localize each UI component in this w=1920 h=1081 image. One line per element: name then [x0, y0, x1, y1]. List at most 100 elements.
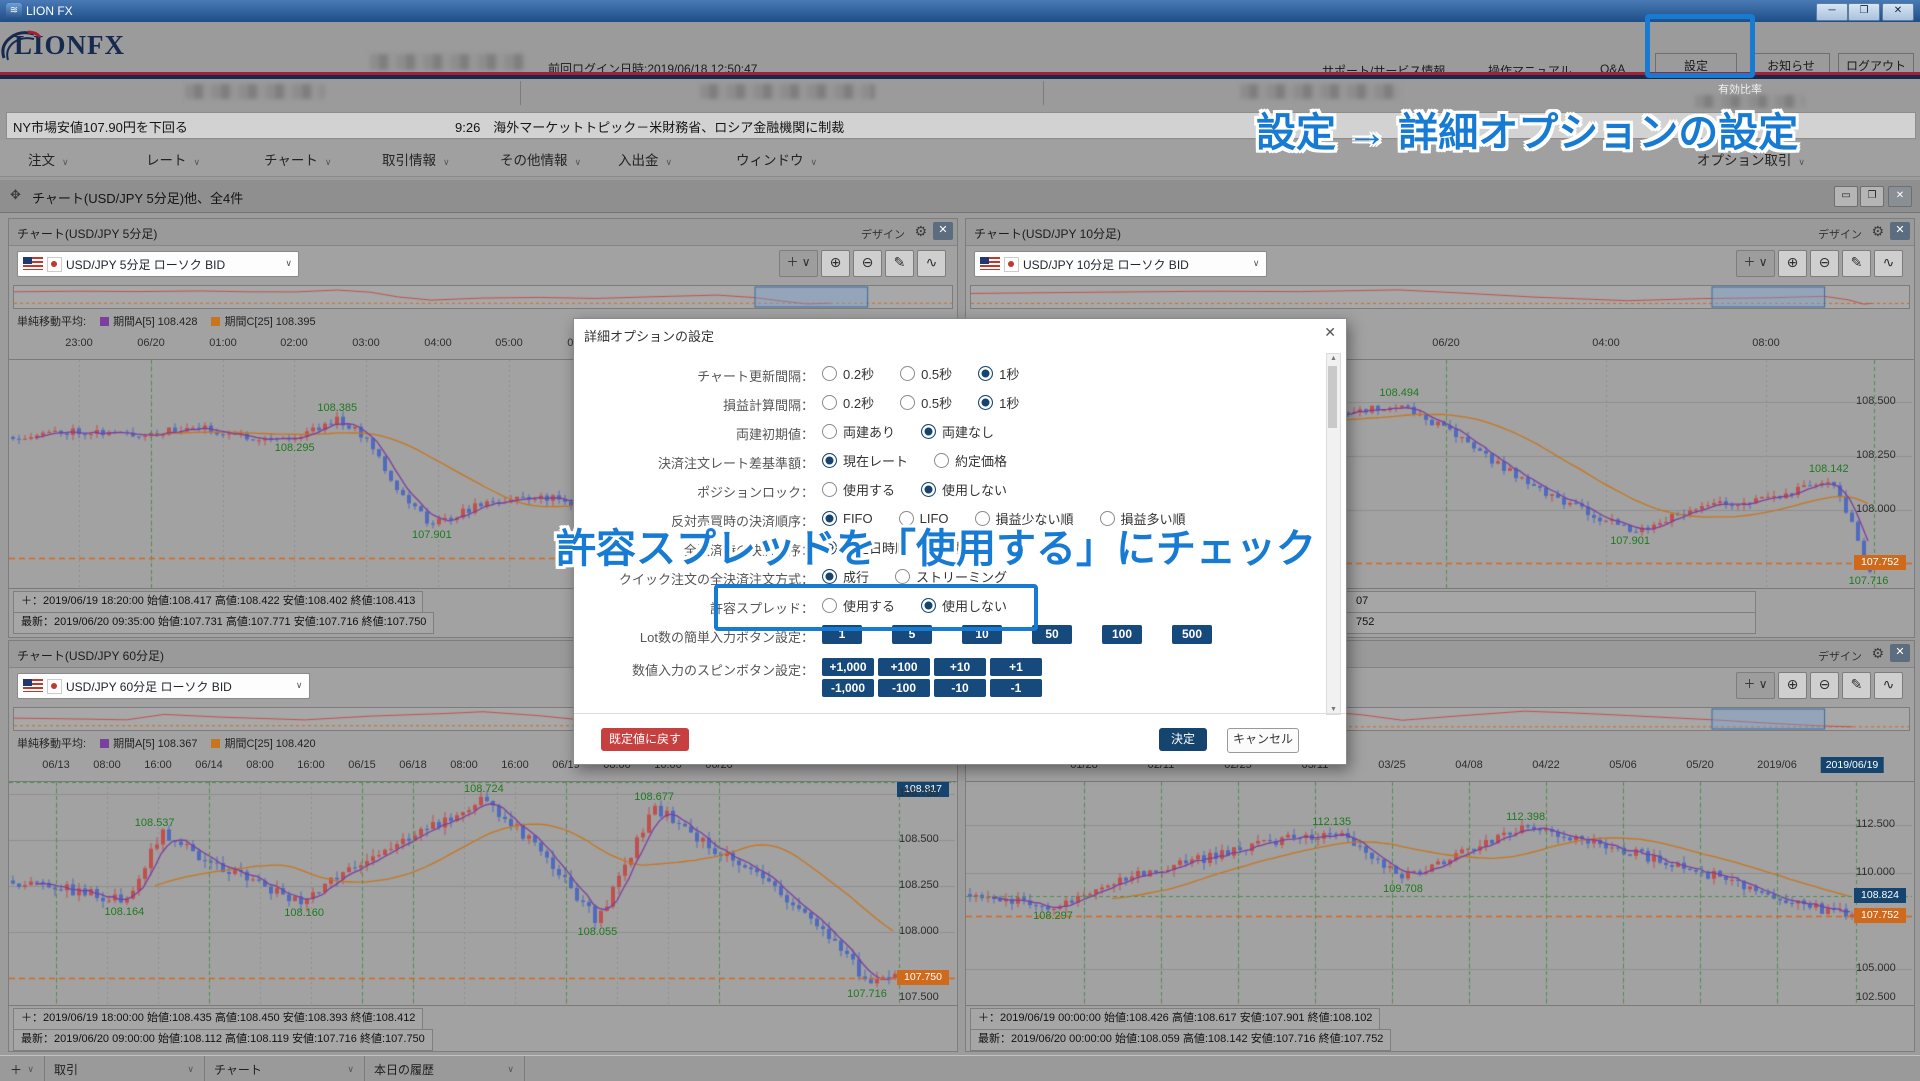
radio-selected-icon[interactable] — [978, 395, 993, 410]
instrument-dropdown[interactable]: USD/JPY 5分足 ローソク BID∨ — [17, 251, 299, 277]
radio-option-label: 0.5秒 — [921, 393, 952, 412]
close-button[interactable]: ✕ — [1882, 3, 1914, 21]
scroll-thumb[interactable] — [1328, 366, 1337, 428]
add-indicator-button[interactable]: ＋ ∨ — [1736, 250, 1775, 277]
menu-item-4[interactable]: その他情報∨ — [500, 149, 581, 169]
radio-icon[interactable] — [822, 366, 837, 381]
menu-item-2[interactable]: チャート∨ — [264, 149, 331, 169]
draw-tool-icon[interactable]: ✎ — [1842, 250, 1871, 277]
radio-option[interactable]: 0.2秒 — [822, 364, 874, 383]
radio-option[interactable]: 両建あり — [822, 422, 895, 441]
spin-preset-button[interactable]: -100 — [878, 679, 930, 697]
chart-plot-area[interactable]: 108.817108.750108.500108.250108.000107.7… — [9, 781, 957, 1006]
add-indicator-button[interactable]: ＋ ∨ — [1736, 672, 1775, 699]
radio-option[interactable]: 約定価格 — [934, 451, 1007, 470]
gear-icon[interactable]: ⚙ — [1871, 645, 1884, 662]
radio-option[interactable]: 使用しない — [921, 480, 1007, 499]
spin-preset-button[interactable]: +10 — [934, 658, 986, 676]
radio-selected-icon[interactable] — [921, 424, 936, 439]
chart-overview-strip[interactable] — [13, 285, 953, 309]
lot-preset-button[interactable]: 100 — [1102, 625, 1142, 644]
radio-option[interactable]: 0.2秒 — [822, 393, 874, 412]
tab-chart[interactable]: チャート∨ — [204, 1056, 365, 1081]
ok-button[interactable]: 決定 — [1159, 728, 1207, 751]
price-annotation: 108.537 — [135, 817, 175, 829]
move-icon[interactable]: ✥ — [10, 187, 21, 203]
draw-tool-icon[interactable]: ✎ — [1842, 672, 1871, 699]
mdi-close-button[interactable]: ✕ — [1888, 186, 1912, 207]
menu-item-1[interactable]: レート∨ — [146, 149, 200, 169]
chart-close-button[interactable]: ✕ — [1890, 644, 1910, 662]
radio-option[interactable]: 0.5秒 — [900, 364, 952, 383]
chevron-down-icon: ∨ — [507, 1064, 514, 1075]
radio-selected-icon[interactable] — [921, 482, 936, 497]
radio-icon[interactable] — [934, 453, 949, 468]
spin-preset-button[interactable]: +1,000 — [822, 658, 874, 676]
menu-item-3[interactable]: 取引情報∨ — [382, 149, 450, 169]
tab-today-history[interactable]: 本日の履歴∨ — [364, 1056, 525, 1081]
chart-close-button[interactable]: ✕ — [933, 222, 953, 240]
zoom-out-icon[interactable]: ⊖ — [1810, 250, 1839, 277]
trend-tool-icon[interactable]: ∿ — [1874, 672, 1903, 699]
radio-icon[interactable] — [822, 482, 837, 497]
spin-preset-button[interactable]: -1 — [990, 679, 1042, 697]
lot-preset-button[interactable]: 500 — [1172, 625, 1212, 644]
instrument-dropdown[interactable]: USD/JPY 60分足 ローソク BID∨ — [17, 673, 310, 699]
spin-preset-button[interactable]: -10 — [934, 679, 986, 697]
mdi-window-bar[interactable]: ✥ チャート(USD/JPY 5分足)他、全4件 ▭ ❐ ✕ — [0, 180, 1920, 213]
tab-trade[interactable]: 取引∨ — [44, 1056, 205, 1081]
radio-option[interactable]: 1秒 — [978, 393, 1019, 412]
radio-icon[interactable] — [822, 395, 837, 410]
radio-icon[interactable] — [822, 424, 837, 439]
design-button[interactable]: デザイン — [1818, 226, 1862, 242]
radio-option[interactable]: 使用する — [822, 480, 895, 499]
chart-close-button[interactable]: ✕ — [1890, 222, 1910, 240]
radio-option[interactable]: 0.5秒 — [900, 393, 952, 412]
instrument-dropdown[interactable]: USD/JPY 10分足 ローソク BID∨ — [974, 251, 1267, 277]
zoom-out-icon[interactable]: ⊖ — [1810, 672, 1839, 699]
lot-preset-button[interactable]: 50 — [1032, 625, 1072, 644]
dialog-row-label: 両建初期値： — [574, 424, 814, 443]
zoom-out-icon[interactable]: ⊖ — [853, 250, 882, 277]
mdi-minimize-button[interactable]: ▭ — [1834, 186, 1858, 207]
menu-item-6[interactable]: ウィンドウ∨ — [736, 149, 817, 169]
add-panel-button[interactable]: ＋∨ — [0, 1056, 45, 1081]
radio-selected-icon[interactable] — [822, 453, 837, 468]
gear-icon[interactable]: ⚙ — [914, 223, 927, 240]
spin-preset-button[interactable]: +100 — [878, 658, 930, 676]
radio-option[interactable]: 現在レート — [822, 451, 908, 470]
menu-item-5[interactable]: 入出金∨ — [618, 149, 672, 169]
radio-option[interactable]: 両建なし — [921, 422, 994, 441]
account-value-blurred — [185, 84, 325, 99]
spin-preset-button[interactable]: +1 — [990, 658, 1042, 676]
reset-defaults-button[interactable]: 既定値に戻す — [601, 728, 689, 751]
menu-item-0[interactable]: 注文∨ — [28, 149, 69, 169]
zoom-in-icon[interactable]: ⊕ — [1778, 672, 1807, 699]
dialog-scrollbar[interactable]: ▲ ▼ — [1326, 353, 1341, 715]
minimize-button[interactable]: ─ — [1816, 3, 1848, 21]
add-indicator-button[interactable]: ＋ ∨ — [779, 250, 818, 277]
mdi-restore-button[interactable]: ❐ — [1860, 186, 1884, 207]
trend-tool-icon[interactable]: ∿ — [1874, 250, 1903, 277]
zoom-in-icon[interactable]: ⊕ — [821, 250, 850, 277]
dialog-close-icon[interactable]: ✕ — [1324, 324, 1336, 341]
cancel-button[interactable]: キャンセル — [1227, 728, 1299, 753]
radio-option-label: 現在レート — [843, 451, 908, 470]
radio-option[interactable]: 1秒 — [978, 364, 1019, 383]
chevron-down-icon: ∨ — [62, 157, 69, 167]
radio-selected-icon[interactable] — [978, 366, 993, 381]
design-button[interactable]: デザイン — [1818, 648, 1862, 664]
radio-icon[interactable] — [900, 366, 915, 381]
chart-overview-strip[interactable] — [970, 285, 1910, 309]
draw-tool-icon[interactable]: ✎ — [885, 250, 914, 277]
scroll-down-icon[interactable]: ▼ — [1327, 706, 1340, 713]
design-button[interactable]: デザイン — [861, 226, 905, 242]
radio-icon[interactable] — [900, 395, 915, 410]
scroll-up-icon[interactable]: ▲ — [1327, 355, 1340, 362]
spin-preset-button[interactable]: -1,000 — [822, 679, 874, 697]
chart-plot-area[interactable]: 112.500110.000108.824107.752105.000102.5… — [966, 781, 1914, 1006]
gear-icon[interactable]: ⚙ — [1871, 223, 1884, 240]
zoom-in-icon[interactable]: ⊕ — [1778, 250, 1807, 277]
trend-tool-icon[interactable]: ∿ — [917, 250, 946, 277]
restore-button[interactable]: ❐ — [1848, 3, 1880, 21]
